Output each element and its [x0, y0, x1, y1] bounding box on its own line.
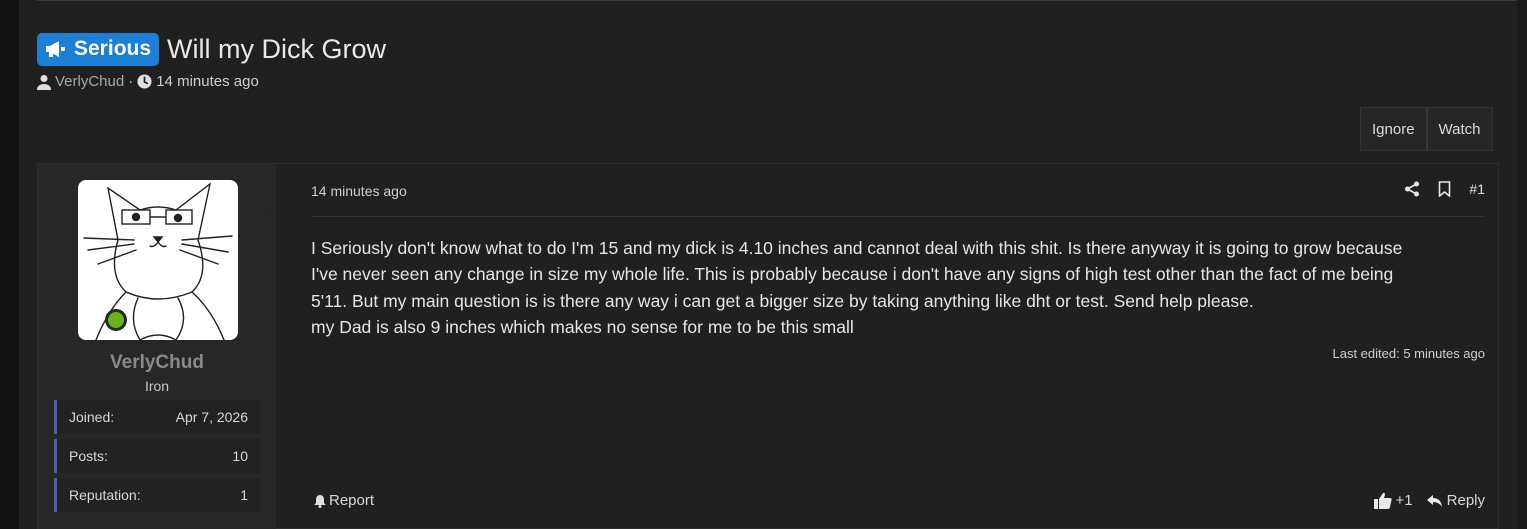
- stat-value: 1: [240, 487, 248, 503]
- watch-button[interactable]: Watch: [1426, 107, 1493, 151]
- share-icon[interactable]: [1404, 181, 1420, 197]
- post-body-line: I Seriously don't know what to do I'm 15…: [311, 238, 1403, 258]
- cat-avatar-image: [83, 182, 233, 341]
- like-button[interactable]: +1: [1373, 492, 1413, 509]
- reply-label: Reply: [1446, 492, 1485, 509]
- report-label: Report: [329, 492, 375, 509]
- online-status-indicator: [105, 309, 127, 331]
- post-footer-actions: +1 Reply: [1373, 492, 1485, 509]
- post-header-divider: [311, 216, 1485, 217]
- post-body-line: my Dad is also 9 inches which makes no s…: [311, 316, 854, 337]
- post-number-link[interactable]: #1: [1469, 181, 1485, 197]
- page-scrollbar[interactable]: [1517, 0, 1527, 529]
- thread-meta: VerlyChud · 14 minutes ago: [37, 73, 386, 90]
- megaphone-icon: [46, 41, 65, 57]
- post-header-actions: #1: [1404, 181, 1485, 197]
- post-body-line: 5'11. But my main question is is there a…: [311, 290, 1254, 311]
- user-rank-title: Iron: [144, 378, 170, 394]
- stat-value: 10: [232, 448, 248, 464]
- flag-icon: [314, 494, 326, 508]
- prefix-label: Serious: [74, 37, 152, 60]
- post-date-link[interactable]: 14 minutes ago: [311, 183, 407, 199]
- stat-value: Apr 7, 2026: [175, 409, 248, 425]
- top-divider: [37, 0, 1519, 1]
- bookmark-icon[interactable]: [1438, 181, 1451, 197]
- thumbs-up-icon: [1373, 492, 1392, 509]
- clock-icon: [137, 74, 152, 89]
- thread-header: Serious Will my Dick Grow VerlyChud · 14…: [37, 32, 386, 90]
- stat-label: Posts:: [69, 448, 108, 464]
- ignore-button[interactable]: Ignore: [1360, 107, 1427, 151]
- report-link[interactable]: Report: [313, 492, 374, 509]
- user-icon: [37, 74, 51, 90]
- thread-action-buttons: Ignore Watch: [1360, 107, 1493, 151]
- reply-button[interactable]: Reply: [1426, 492, 1485, 509]
- page-container: Serious Will my Dick Grow VerlyChud · 14…: [19, 0, 1519, 529]
- post-user-cell: VerlyChud Iron Joined: Apr 7, 2026 Posts…: [38, 164, 276, 529]
- post-body-line: I've never seen any change in size my wh…: [311, 264, 1394, 285]
- avatar[interactable]: [78, 180, 238, 341]
- like-count: +1: [1395, 492, 1413, 509]
- post-main: 14 minutes ago #1 I Seriously don't know…: [292, 164, 1485, 529]
- thread-title: Will my Dick Grow: [167, 33, 387, 64]
- user-cell-arrow: [267, 197, 276, 215]
- post-body: I Seriously don't know what to do I'm 15…: [311, 235, 1501, 340]
- last-edited-note: Last edited: 5 minutes ago: [1332, 346, 1486, 361]
- meta-separator: ·: [128, 73, 134, 90]
- reply-icon: [1426, 494, 1442, 507]
- post-message: VerlyChud Iron Joined: Apr 7, 2026 Posts…: [37, 163, 1499, 529]
- thread-author-link[interactable]: VerlyChud: [55, 73, 124, 90]
- stat-posts: Posts: 10: [54, 439, 260, 473]
- stat-reputation: Reputation: 1: [54, 478, 260, 512]
- stat-joined: Joined: Apr 7, 2026: [54, 400, 260, 434]
- thread-time-link[interactable]: 14 minutes ago: [156, 73, 259, 90]
- stat-label: Joined:: [69, 409, 115, 425]
- post-username[interactable]: VerlyChud: [38, 352, 276, 374]
- serious-prefix-badge[interactable]: Serious: [37, 32, 160, 66]
- stat-label: Reputation:: [69, 487, 141, 503]
- title-row: Serious Will my Dick Grow: [37, 32, 386, 66]
